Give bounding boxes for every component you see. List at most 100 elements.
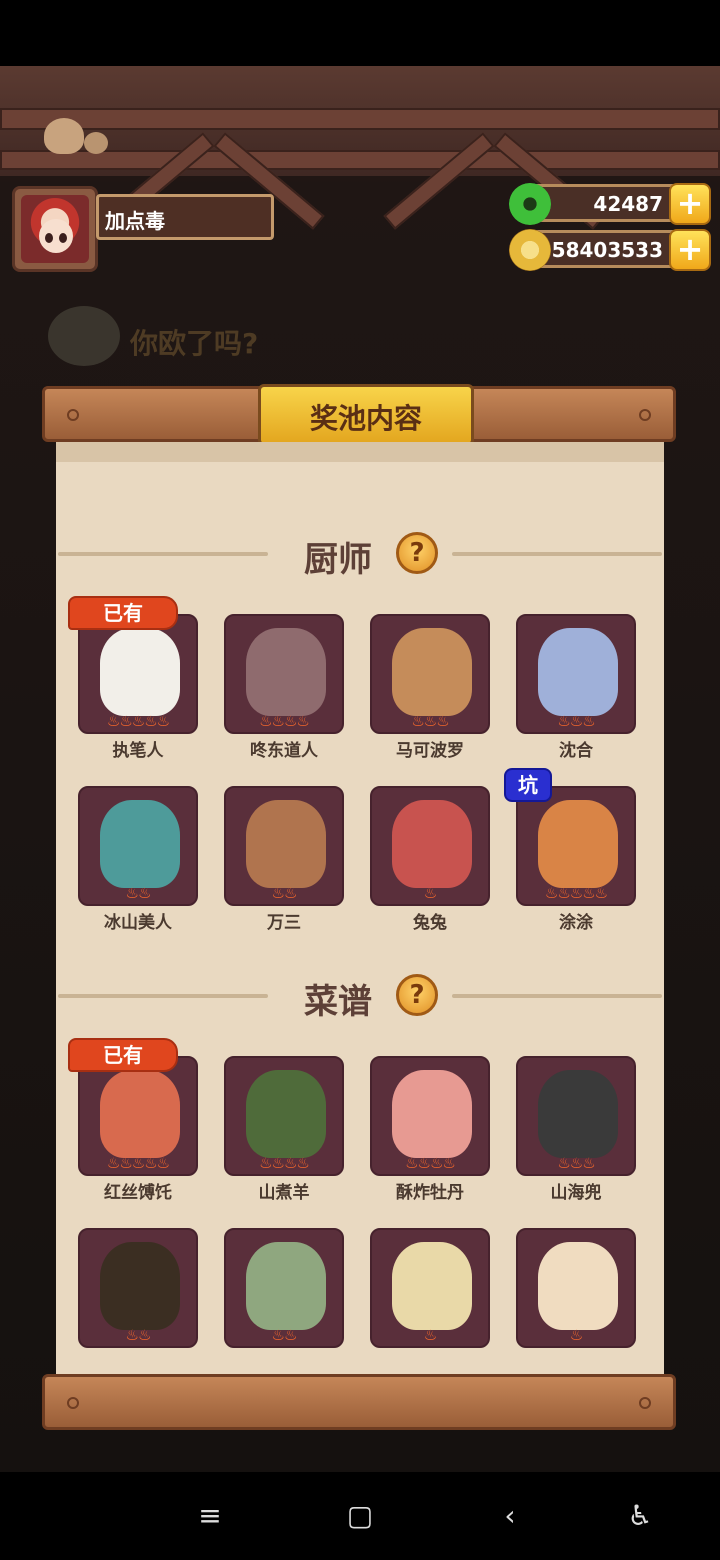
recipe-name: 山煮羊 [258, 1183, 310, 1203]
rarity-flames-icon: ♨♨♨♨ [259, 712, 310, 730]
recipe-portrait [100, 1070, 180, 1158]
rafter-beam [0, 150, 720, 170]
jade-value: 42487 [593, 192, 663, 216]
avatar-image [21, 195, 89, 263]
section-title-chefs: 厨师 [304, 540, 372, 580]
chef-name: 涂涂 [559, 913, 593, 933]
rarity-flames-icon: ♨♨♨♨ [259, 1154, 310, 1172]
jade-counter: 42487 + [509, 183, 711, 225]
recipe-card: ♨ [516, 1228, 636, 1348]
coin-icon [509, 229, 551, 271]
modal-bottom-bar [42, 1374, 676, 1430]
chef-card: ♨♨♨ [516, 614, 636, 734]
recipe-portrait [392, 1070, 472, 1158]
rafter-beam [0, 108, 720, 130]
player-name-plate: 加点毒 [96, 194, 274, 240]
add-coin-button[interactable]: + [669, 229, 711, 271]
rarity-flames-icon: ♨♨ [125, 1326, 152, 1344]
recipe-card: ♨♨♨♨ [370, 1056, 490, 1176]
background-caption: 你欧了吗? [130, 327, 259, 360]
avatar-eye [45, 233, 53, 243]
chef-name: 马可波罗 [396, 741, 464, 761]
divider [452, 994, 662, 998]
system-nav-bar: ≡ ▢ ‹ ♿ [0, 1472, 720, 1560]
section-header-chefs: 厨师 ? [56, 528, 664, 580]
divider [58, 552, 268, 556]
app-root: 你欧了吗? 加点毒 42487 + 58403533 + 奖池内容 厨师 ? ♨… [0, 0, 720, 1560]
chef-name: 沈合 [559, 741, 593, 761]
recipe-portrait [100, 1242, 180, 1330]
chef-card: ♨♨♨ [370, 614, 490, 734]
modal-title-tab: 奖池内容 [258, 384, 474, 446]
pit-badge: 坑 [504, 768, 552, 802]
bird-decoration [44, 118, 84, 154]
menu-icon[interactable]: ≡ [190, 1496, 230, 1536]
coin-value: 58403533 [551, 238, 663, 262]
owned-badge: 已有 [68, 1038, 178, 1072]
rarity-flames-icon: ♨♨♨ [557, 712, 595, 730]
panel-top-band [56, 442, 664, 462]
recipe-portrait [538, 1070, 618, 1158]
rarity-flames-icon: ♨♨ [271, 884, 298, 902]
chef-name: 万三 [267, 913, 301, 933]
chef-name: 咚东道人 [250, 741, 318, 761]
chefs-help-button[interactable]: ? [396, 532, 438, 574]
divider [452, 552, 662, 556]
bird-decoration [84, 132, 108, 154]
rarity-flames-icon: ♨♨ [271, 1326, 298, 1344]
chef-card: ♨♨♨♨♨ [78, 614, 198, 734]
rarity-flames-icon: ♨ [569, 1326, 583, 1344]
rarity-flames-icon: ♨♨♨♨♨ [106, 1154, 170, 1172]
coin-counter: 58403533 + [509, 229, 711, 271]
rarity-flames-icon: ♨ [423, 884, 437, 902]
chef-card: ♨♨ [78, 786, 198, 906]
recipe-name: 酥炸牡丹 [396, 1183, 464, 1203]
player-name: 加点毒 [105, 209, 165, 233]
rarity-flames-icon: ♨♨♨♨ [405, 1154, 456, 1172]
chef-card: ♨♨ [224, 786, 344, 906]
home-icon[interactable]: ▢ [340, 1496, 380, 1536]
chef-card: ♨♨♨♨ [224, 614, 344, 734]
chef-portrait [246, 800, 326, 888]
section-header-recipes: 菜谱 ? [56, 970, 664, 1022]
bar-rivet [639, 1397, 651, 1409]
section-title-recipes: 菜谱 [304, 982, 372, 1022]
recipe-card: ♨♨ [224, 1228, 344, 1348]
owned-badge: 已有 [68, 596, 178, 630]
rarity-flames-icon: ♨♨♨ [411, 712, 449, 730]
recipe-card: ♨♨♨♨♨ [78, 1056, 198, 1176]
recipe-card: ♨♨♨ [516, 1056, 636, 1176]
chef-portrait [392, 800, 472, 888]
recipe-card: ♨ [370, 1228, 490, 1348]
player-avatar[interactable] [12, 186, 98, 272]
prize-pool-panel[interactable]: 厨师 ? ♨♨♨♨♨ 执笔人 已有 ♨♨♨♨ 咚东道人 ♨♨♨ 马可波罗 ♨♨♨ 沈合 ♨♨ 冰山美… [56, 442, 664, 1376]
rarity-flames-icon: ♨♨♨♨♨ [544, 884, 608, 902]
chef-portrait [392, 628, 472, 716]
bar-rivet [639, 409, 651, 421]
recipe-name: 红丝馎饦 [104, 1183, 172, 1203]
modal-title: 奖池内容 [309, 402, 422, 435]
avatar-eye [59, 233, 67, 243]
jade-icon [509, 183, 551, 225]
roof-rafters [0, 66, 720, 230]
recipe-portrait [538, 1242, 618, 1330]
chef-name: 执笔人 [112, 741, 164, 761]
mascot-icon [48, 306, 120, 366]
recipes-help-button[interactable]: ? [396, 974, 438, 1016]
recipe-name: 山海兜 [550, 1183, 602, 1203]
bar-rivet [67, 1397, 79, 1409]
bar-rivet [67, 409, 79, 421]
chef-card: ♨♨♨♨♨ [516, 786, 636, 906]
divider [58, 994, 268, 998]
chef-name: 兔兔 [413, 913, 447, 933]
add-jade-button[interactable]: + [669, 183, 711, 225]
chef-portrait [100, 800, 180, 888]
chef-portrait [538, 800, 618, 888]
accessibility-icon[interactable]: ♿ [620, 1496, 660, 1536]
recipe-portrait [246, 1070, 326, 1158]
back-icon[interactable]: ‹ [490, 1496, 530, 1536]
recipe-portrait [392, 1242, 472, 1330]
chef-portrait [100, 628, 180, 716]
status-bar-area [0, 0, 720, 66]
chef-portrait [246, 628, 326, 716]
